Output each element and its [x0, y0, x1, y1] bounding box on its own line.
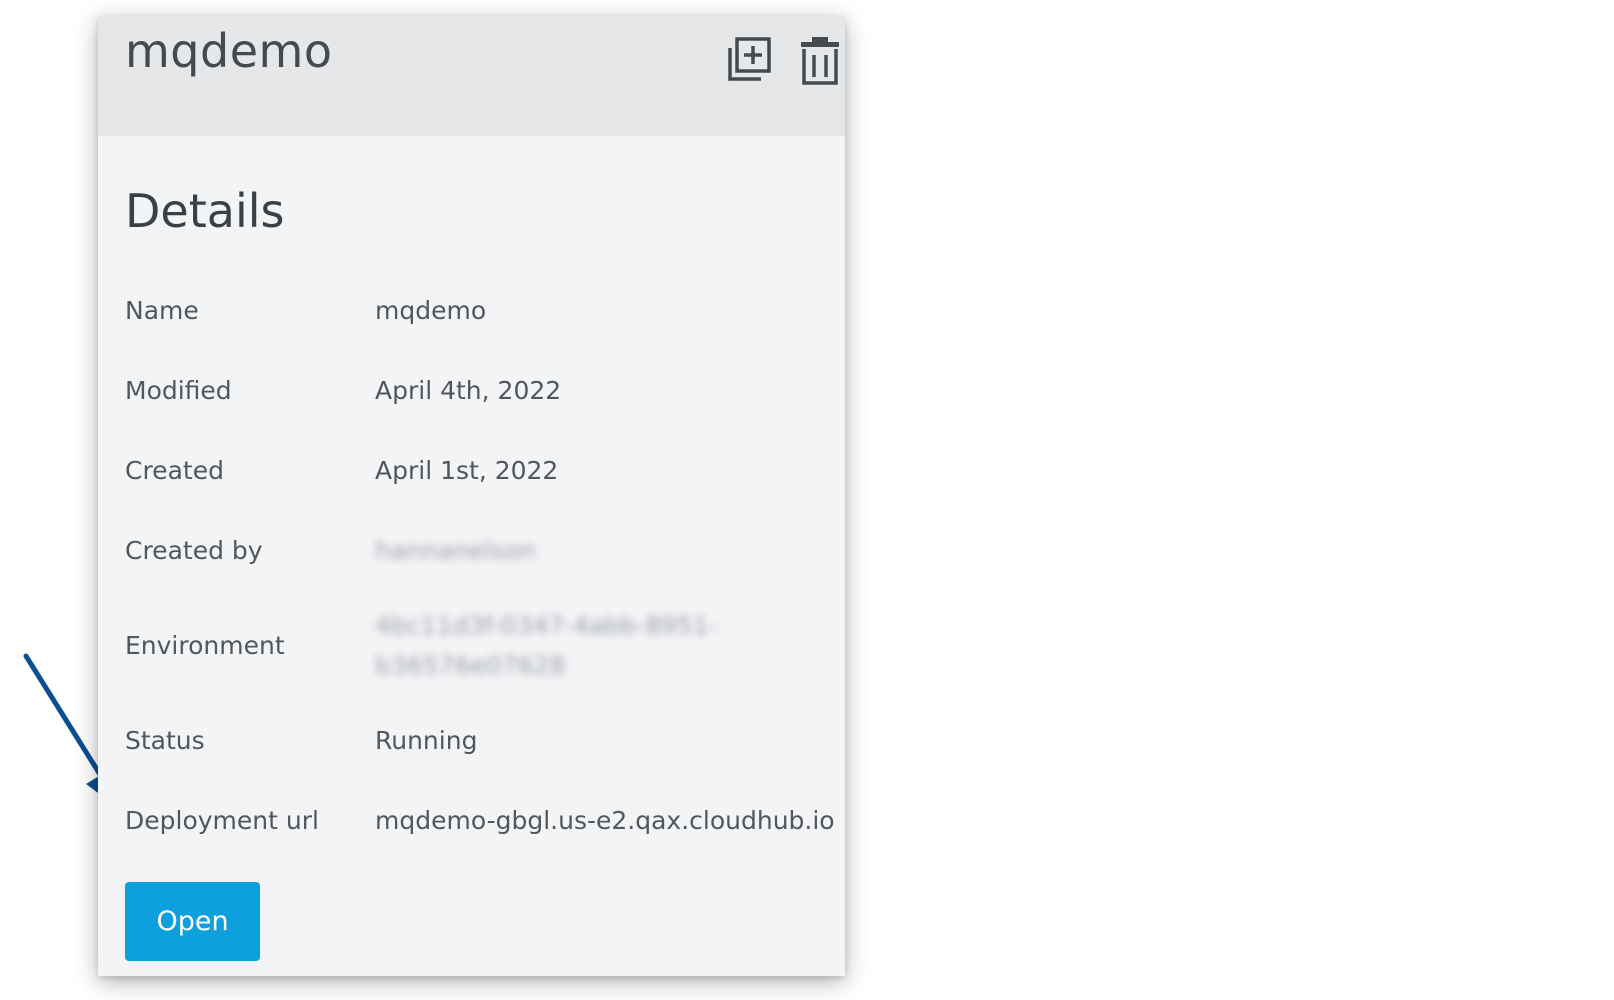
- modified-label: Modified: [125, 376, 232, 405]
- name-value: mqdemo: [375, 296, 487, 325]
- created-by-label: Created by: [125, 536, 263, 565]
- created-value: April 1st, 2022: [375, 456, 559, 485]
- created-label: Created: [125, 456, 224, 485]
- app-details-panel: mqdemo Details Name mqdemo Modified Apri…: [98, 16, 845, 976]
- app-name-title: mqdemo: [125, 24, 333, 78]
- status-label: Status: [125, 726, 205, 755]
- deployment-url-value: mqdemo-gbgl.us-e2.qax.cloudhub.io: [375, 806, 835, 835]
- environment-value-line1: 4bc11d3f-0347-4abb-8951-: [375, 611, 718, 640]
- environment-value-line2: b36576e07628: [375, 651, 566, 680]
- trash-icon[interactable]: [794, 34, 846, 86]
- modified-value: April 4th, 2022: [375, 376, 562, 405]
- details-heading: Details: [125, 184, 285, 238]
- status-value: Running: [375, 726, 478, 755]
- panel-header: mqdemo: [98, 16, 845, 136]
- environment-label: Environment: [125, 631, 285, 660]
- name-label: Name: [125, 296, 199, 325]
- copy-plus-icon[interactable]: [724, 34, 776, 86]
- deployment-url-label: Deployment url: [125, 806, 319, 835]
- open-button[interactable]: Open: [125, 882, 260, 961]
- created-by-value: hannanelson: [375, 536, 536, 565]
